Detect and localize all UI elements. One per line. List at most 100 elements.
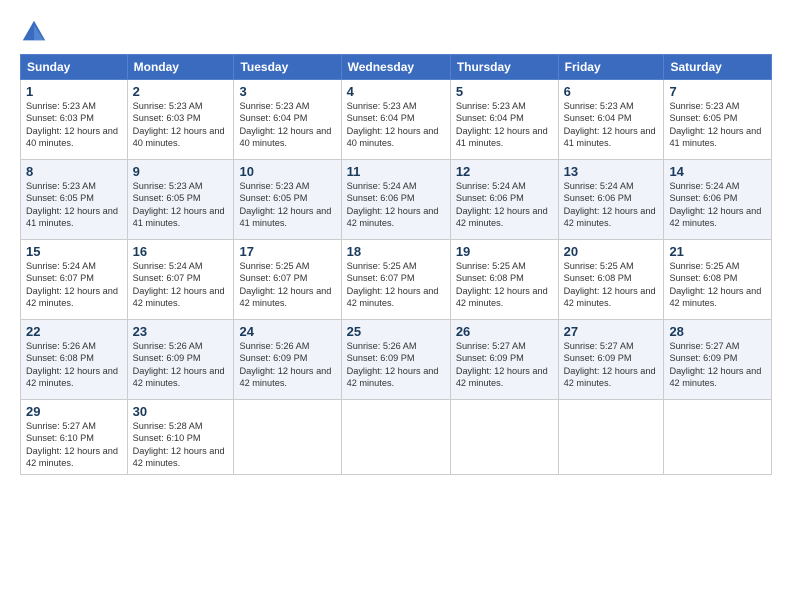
calendar-cell: 7 Sunrise: 5:23 AM Sunset: 6:05 PM Dayli… — [664, 80, 772, 160]
calendar-cell: 23 Sunrise: 5:26 AM Sunset: 6:09 PM Dayl… — [127, 320, 234, 400]
calendar-body: 1 Sunrise: 5:23 AM Sunset: 6:03 PM Dayli… — [21, 80, 772, 475]
day-info: Sunrise: 5:23 AM Sunset: 6:03 PM Dayligh… — [26, 100, 122, 150]
day-number: 11 — [347, 164, 445, 179]
day-number: 10 — [239, 164, 335, 179]
day-info: Sunrise: 5:23 AM Sunset: 6:04 PM Dayligh… — [239, 100, 335, 150]
calendar-week-row: 22 Sunrise: 5:26 AM Sunset: 6:08 PM Dayl… — [21, 320, 772, 400]
logo — [20, 18, 52, 46]
day-info: Sunrise: 5:25 AM Sunset: 6:08 PM Dayligh… — [456, 260, 553, 310]
day-header: Wednesday — [341, 55, 450, 80]
day-info: Sunrise: 5:26 AM Sunset: 6:09 PM Dayligh… — [347, 340, 445, 390]
day-info: Sunrise: 5:24 AM Sunset: 6:06 PM Dayligh… — [347, 180, 445, 230]
day-info: Sunrise: 5:26 AM Sunset: 6:09 PM Dayligh… — [239, 340, 335, 390]
day-number: 19 — [456, 244, 553, 259]
day-number: 6 — [564, 84, 659, 99]
calendar-week-row: 15 Sunrise: 5:24 AM Sunset: 6:07 PM Dayl… — [21, 240, 772, 320]
day-info: Sunrise: 5:26 AM Sunset: 6:09 PM Dayligh… — [133, 340, 229, 390]
day-number: 12 — [456, 164, 553, 179]
day-number: 26 — [456, 324, 553, 339]
day-info: Sunrise: 5:27 AM Sunset: 6:10 PM Dayligh… — [26, 420, 122, 470]
day-info: Sunrise: 5:24 AM Sunset: 6:07 PM Dayligh… — [133, 260, 229, 310]
calendar-cell — [234, 400, 341, 475]
day-header: Thursday — [450, 55, 558, 80]
calendar-cell: 16 Sunrise: 5:24 AM Sunset: 6:07 PM Dayl… — [127, 240, 234, 320]
day-info: Sunrise: 5:26 AM Sunset: 6:08 PM Dayligh… — [26, 340, 122, 390]
day-info: Sunrise: 5:23 AM Sunset: 6:04 PM Dayligh… — [456, 100, 553, 150]
day-number: 27 — [564, 324, 659, 339]
day-number: 21 — [669, 244, 766, 259]
calendar-cell: 21 Sunrise: 5:25 AM Sunset: 6:08 PM Dayl… — [664, 240, 772, 320]
day-number: 7 — [669, 84, 766, 99]
calendar-cell: 28 Sunrise: 5:27 AM Sunset: 6:09 PM Dayl… — [664, 320, 772, 400]
day-number: 9 — [133, 164, 229, 179]
day-number: 1 — [26, 84, 122, 99]
calendar: SundayMondayTuesdayWednesdayThursdayFrid… — [20, 54, 772, 475]
day-info: Sunrise: 5:25 AM Sunset: 6:07 PM Dayligh… — [347, 260, 445, 310]
day-info: Sunrise: 5:23 AM Sunset: 6:05 PM Dayligh… — [26, 180, 122, 230]
calendar-cell: 24 Sunrise: 5:26 AM Sunset: 6:09 PM Dayl… — [234, 320, 341, 400]
calendar-week-row: 1 Sunrise: 5:23 AM Sunset: 6:03 PM Dayli… — [21, 80, 772, 160]
calendar-cell: 30 Sunrise: 5:28 AM Sunset: 6:10 PM Dayl… — [127, 400, 234, 475]
day-number: 29 — [26, 404, 122, 419]
calendar-cell: 22 Sunrise: 5:26 AM Sunset: 6:08 PM Dayl… — [21, 320, 128, 400]
day-number: 5 — [456, 84, 553, 99]
day-number: 22 — [26, 324, 122, 339]
logo-icon — [20, 18, 48, 46]
day-info: Sunrise: 5:25 AM Sunset: 6:08 PM Dayligh… — [669, 260, 766, 310]
day-number: 25 — [347, 324, 445, 339]
day-info: Sunrise: 5:24 AM Sunset: 6:06 PM Dayligh… — [456, 180, 553, 230]
day-info: Sunrise: 5:23 AM Sunset: 6:05 PM Dayligh… — [669, 100, 766, 150]
calendar-cell: 11 Sunrise: 5:24 AM Sunset: 6:06 PM Dayl… — [341, 160, 450, 240]
day-number: 16 — [133, 244, 229, 259]
calendar-cell: 1 Sunrise: 5:23 AM Sunset: 6:03 PM Dayli… — [21, 80, 128, 160]
day-number: 15 — [26, 244, 122, 259]
calendar-cell: 25 Sunrise: 5:26 AM Sunset: 6:09 PM Dayl… — [341, 320, 450, 400]
day-info: Sunrise: 5:24 AM Sunset: 6:07 PM Dayligh… — [26, 260, 122, 310]
day-info: Sunrise: 5:24 AM Sunset: 6:06 PM Dayligh… — [564, 180, 659, 230]
calendar-cell: 18 Sunrise: 5:25 AM Sunset: 6:07 PM Dayl… — [341, 240, 450, 320]
day-header: Monday — [127, 55, 234, 80]
day-info: Sunrise: 5:23 AM Sunset: 6:04 PM Dayligh… — [347, 100, 445, 150]
day-number: 17 — [239, 244, 335, 259]
day-info: Sunrise: 5:23 AM Sunset: 6:04 PM Dayligh… — [564, 100, 659, 150]
calendar-cell — [450, 400, 558, 475]
calendar-cell: 5 Sunrise: 5:23 AM Sunset: 6:04 PM Dayli… — [450, 80, 558, 160]
day-number: 2 — [133, 84, 229, 99]
day-info: Sunrise: 5:27 AM Sunset: 6:09 PM Dayligh… — [564, 340, 659, 390]
calendar-cell: 17 Sunrise: 5:25 AM Sunset: 6:07 PM Dayl… — [234, 240, 341, 320]
calendar-cell: 12 Sunrise: 5:24 AM Sunset: 6:06 PM Dayl… — [450, 160, 558, 240]
calendar-cell: 13 Sunrise: 5:24 AM Sunset: 6:06 PM Dayl… — [558, 160, 664, 240]
day-number: 30 — [133, 404, 229, 419]
day-info: Sunrise: 5:27 AM Sunset: 6:09 PM Dayligh… — [669, 340, 766, 390]
calendar-cell: 29 Sunrise: 5:27 AM Sunset: 6:10 PM Dayl… — [21, 400, 128, 475]
day-header: Tuesday — [234, 55, 341, 80]
calendar-cell: 14 Sunrise: 5:24 AM Sunset: 6:06 PM Dayl… — [664, 160, 772, 240]
day-number: 23 — [133, 324, 229, 339]
calendar-cell: 8 Sunrise: 5:23 AM Sunset: 6:05 PM Dayli… — [21, 160, 128, 240]
day-number: 13 — [564, 164, 659, 179]
calendar-cell: 19 Sunrise: 5:25 AM Sunset: 6:08 PM Dayl… — [450, 240, 558, 320]
calendar-cell: 15 Sunrise: 5:24 AM Sunset: 6:07 PM Dayl… — [21, 240, 128, 320]
day-number: 8 — [26, 164, 122, 179]
calendar-cell: 4 Sunrise: 5:23 AM Sunset: 6:04 PM Dayli… — [341, 80, 450, 160]
day-header: Sunday — [21, 55, 128, 80]
day-info: Sunrise: 5:27 AM Sunset: 6:09 PM Dayligh… — [456, 340, 553, 390]
day-header: Friday — [558, 55, 664, 80]
calendar-cell: 10 Sunrise: 5:23 AM Sunset: 6:05 PM Dayl… — [234, 160, 341, 240]
calendar-cell — [664, 400, 772, 475]
day-info: Sunrise: 5:28 AM Sunset: 6:10 PM Dayligh… — [133, 420, 229, 470]
day-number: 20 — [564, 244, 659, 259]
day-header: Saturday — [664, 55, 772, 80]
day-number: 28 — [669, 324, 766, 339]
day-number: 18 — [347, 244, 445, 259]
day-info: Sunrise: 5:23 AM Sunset: 6:05 PM Dayligh… — [133, 180, 229, 230]
calendar-cell: 9 Sunrise: 5:23 AM Sunset: 6:05 PM Dayli… — [127, 160, 234, 240]
calendar-header-row: SundayMondayTuesdayWednesdayThursdayFrid… — [21, 55, 772, 80]
calendar-cell: 2 Sunrise: 5:23 AM Sunset: 6:03 PM Dayli… — [127, 80, 234, 160]
calendar-cell: 27 Sunrise: 5:27 AM Sunset: 6:09 PM Dayl… — [558, 320, 664, 400]
day-info: Sunrise: 5:23 AM Sunset: 6:05 PM Dayligh… — [239, 180, 335, 230]
page: SundayMondayTuesdayWednesdayThursdayFrid… — [0, 0, 792, 612]
calendar-cell: 6 Sunrise: 5:23 AM Sunset: 6:04 PM Dayli… — [558, 80, 664, 160]
calendar-cell: 26 Sunrise: 5:27 AM Sunset: 6:09 PM Dayl… — [450, 320, 558, 400]
calendar-cell: 20 Sunrise: 5:25 AM Sunset: 6:08 PM Dayl… — [558, 240, 664, 320]
